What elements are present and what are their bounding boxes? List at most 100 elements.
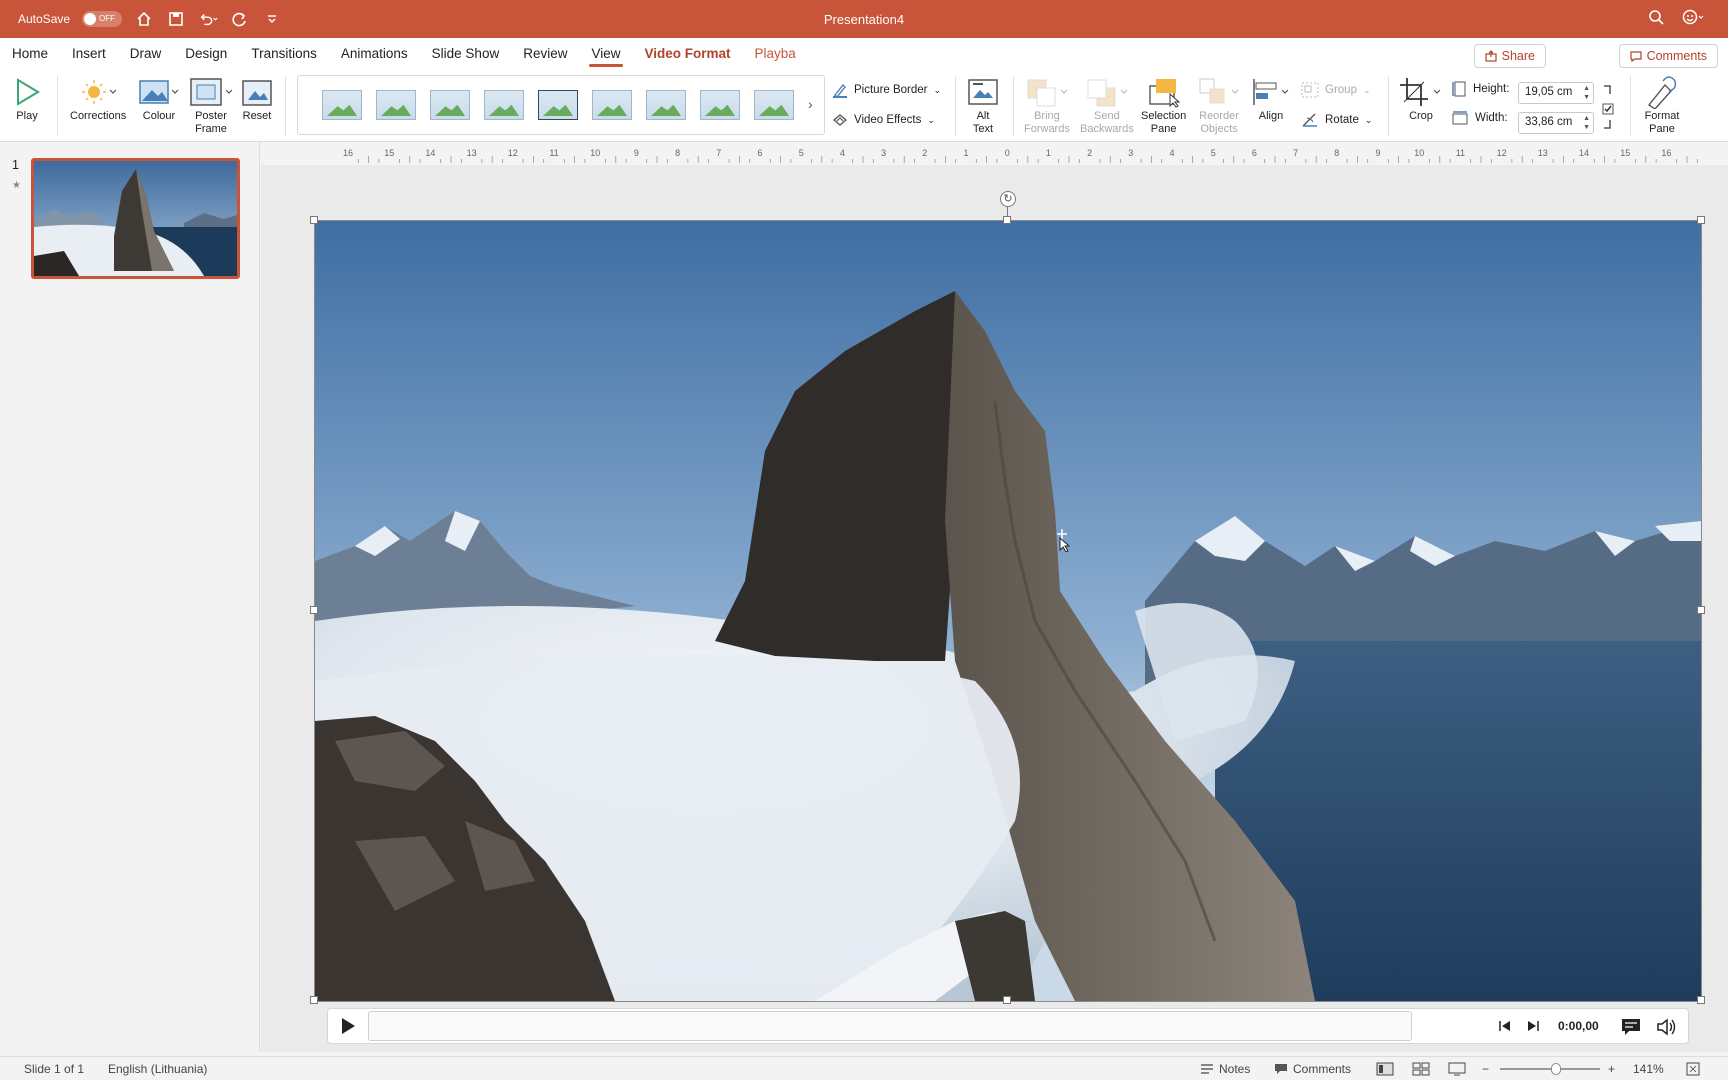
skip-back-icon[interactable] [1498, 1019, 1512, 1033]
alt-text-icon [968, 79, 998, 105]
share-icon [1485, 50, 1497, 62]
play-button[interactable]: Play [14, 74, 40, 123]
corrections-button[interactable]: Corrections [70, 74, 126, 123]
selection-pane-icon [1148, 79, 1180, 108]
tab-draw[interactable]: Draw [118, 38, 174, 70]
zoom-slider-thumb[interactable] [1551, 1063, 1561, 1075]
language-indicator[interactable]: English (Lithuania) [108, 1062, 207, 1076]
ribbon: Play Corrections Colour Poster Frame Res… [0, 70, 1728, 142]
zoom-slider[interactable] [1500, 1068, 1600, 1070]
tab-playback[interactable]: Playba [743, 38, 808, 70]
slide-sorter-icon[interactable] [1412, 1062, 1430, 1076]
status-comments-button[interactable]: Comments [1274, 1062, 1351, 1076]
width-stepper[interactable]: ▲ ▼ [1583, 114, 1590, 132]
resize-handle[interactable] [1003, 216, 1011, 224]
ruler-tick-label: 10 [1414, 148, 1424, 158]
selection-pane-button[interactable]: Selection Pane [1141, 74, 1186, 136]
reset-button[interactable]: Reset [240, 74, 274, 123]
resize-handle[interactable] [310, 216, 318, 224]
ruler-tick-label: 2 [922, 148, 927, 158]
reorder-objects-button[interactable]: Reorder Objects [1196, 74, 1242, 136]
captions-icon[interactable] [1621, 1018, 1641, 1036]
slide-number: 1 [12, 158, 19, 172]
width-field[interactable]: 33,86 cm ▲ ▼ [1518, 112, 1594, 134]
ruler-tick-label: 4 [1169, 148, 1174, 158]
video-style-thumb[interactable] [646, 90, 686, 120]
video-style-thumb[interactable] [538, 90, 578, 120]
skip-forward-icon[interactable] [1526, 1019, 1540, 1033]
slide-info: Slide 1 of 1 [24, 1062, 85, 1076]
rotate-handle-icon[interactable]: ↻ [1000, 191, 1016, 207]
resize-handle[interactable] [1003, 996, 1011, 1004]
alt-text-button[interactable]: Alt Text [966, 74, 1000, 136]
tab-insert[interactable]: Insert [60, 38, 118, 70]
play-icon [17, 78, 40, 106]
resize-handle[interactable] [310, 996, 318, 1004]
send-backwards-button[interactable]: Send Backwards [1080, 74, 1134, 136]
poster-frame-button[interactable]: Poster Frame [188, 74, 234, 136]
slide-thumbnails-panel: 1 ★ [0, 142, 260, 1052]
bring-forwards-button[interactable]: Bring Forwards [1024, 74, 1070, 136]
lock-aspect-ratio-icon[interactable] [1600, 82, 1616, 139]
video-style-thumb[interactable] [754, 90, 794, 120]
ruler-tick-label: 13 [467, 148, 477, 158]
share-button[interactable]: Share [1473, 44, 1546, 68]
search-icon[interactable] [1648, 9, 1664, 30]
ruler-tick-label: 8 [1334, 148, 1339, 158]
video-style-thumb[interactable] [592, 90, 632, 120]
video-style-thumb[interactable] [484, 90, 524, 120]
ruler-tick-label: 5 [1211, 148, 1216, 158]
tab-view[interactable]: View [579, 38, 632, 70]
normal-view-icon[interactable] [1376, 1062, 1394, 1076]
video-style-thumb[interactable] [376, 90, 416, 120]
feedback-smiley-icon[interactable] [1682, 9, 1706, 30]
resize-handle[interactable] [1697, 996, 1705, 1004]
height-stepper[interactable]: ▲ ▼ [1583, 84, 1590, 102]
chevron-down-icon: ⌄ [933, 84, 942, 95]
ruler-tick-label: 12 [1497, 148, 1507, 158]
tab-transitions[interactable]: Transitions [239, 38, 329, 70]
video-style-thumb[interactable] [322, 90, 362, 120]
gallery-more-arrow-icon[interactable]: › [808, 96, 813, 112]
colour-button[interactable]: Colour [138, 74, 180, 123]
tab-slide-show[interactable]: Slide Show [420, 38, 512, 70]
ruler-tick-label: 16 [343, 148, 353, 158]
ruler-tick-label: 9 [1375, 148, 1380, 158]
height-field[interactable]: 19,05 cm ▲ ▼ [1518, 82, 1594, 104]
tab-home[interactable]: Home [0, 38, 60, 70]
fit-to-window-icon[interactable] [1686, 1062, 1700, 1076]
picture-border-button[interactable]: Picture Border ⌄ [832, 82, 941, 98]
align-button[interactable]: Align [1250, 74, 1292, 123]
tab-review[interactable]: Review [511, 38, 579, 70]
group-button[interactable]: Group ⌄ [1301, 82, 1371, 98]
tab-animations[interactable]: Animations [329, 38, 420, 70]
video-style-thumb[interactable] [430, 90, 470, 120]
resize-handle[interactable] [1697, 606, 1705, 614]
media-time: 0:00,00 [1558, 1019, 1599, 1033]
zoom-out-icon[interactable]: − [1482, 1062, 1489, 1076]
ruler-tick-label: 1 [1046, 148, 1051, 158]
video-style-thumb[interactable] [700, 90, 740, 120]
ruler-tick-label: 15 [1620, 148, 1630, 158]
resize-handle[interactable] [310, 606, 318, 614]
video-effects-button[interactable]: Video Effects ⌄ [832, 112, 935, 128]
video-frame[interactable] [315, 221, 1701, 1001]
media-progress-bar[interactable] [368, 1011, 1412, 1041]
height-icon [1452, 81, 1466, 97]
tab-video-format[interactable]: Video Format [633, 38, 743, 70]
volume-icon[interactable] [1656, 1017, 1678, 1037]
comments-button[interactable]: Comments [1618, 44, 1718, 68]
zoom-in-icon[interactable]: + [1608, 1062, 1615, 1076]
tab-design[interactable]: Design [173, 38, 239, 70]
play-icon[interactable] [340, 1017, 356, 1035]
ruler-tick-label: 6 [1252, 148, 1257, 158]
zoom-level[interactable]: 141% [1633, 1062, 1664, 1076]
crop-button[interactable]: Crop [1398, 74, 1444, 123]
slide-thumbnail[interactable] [31, 158, 240, 279]
reading-view-icon[interactable] [1448, 1062, 1466, 1076]
resize-handle[interactable] [1697, 216, 1705, 224]
notes-button[interactable]: Notes [1200, 1062, 1250, 1076]
video-styles-gallery[interactable] [297, 75, 825, 135]
rotate-button[interactable]: Rotate ⌄ [1301, 112, 1372, 128]
format-pane-button[interactable]: Format Pane [1643, 74, 1681, 136]
